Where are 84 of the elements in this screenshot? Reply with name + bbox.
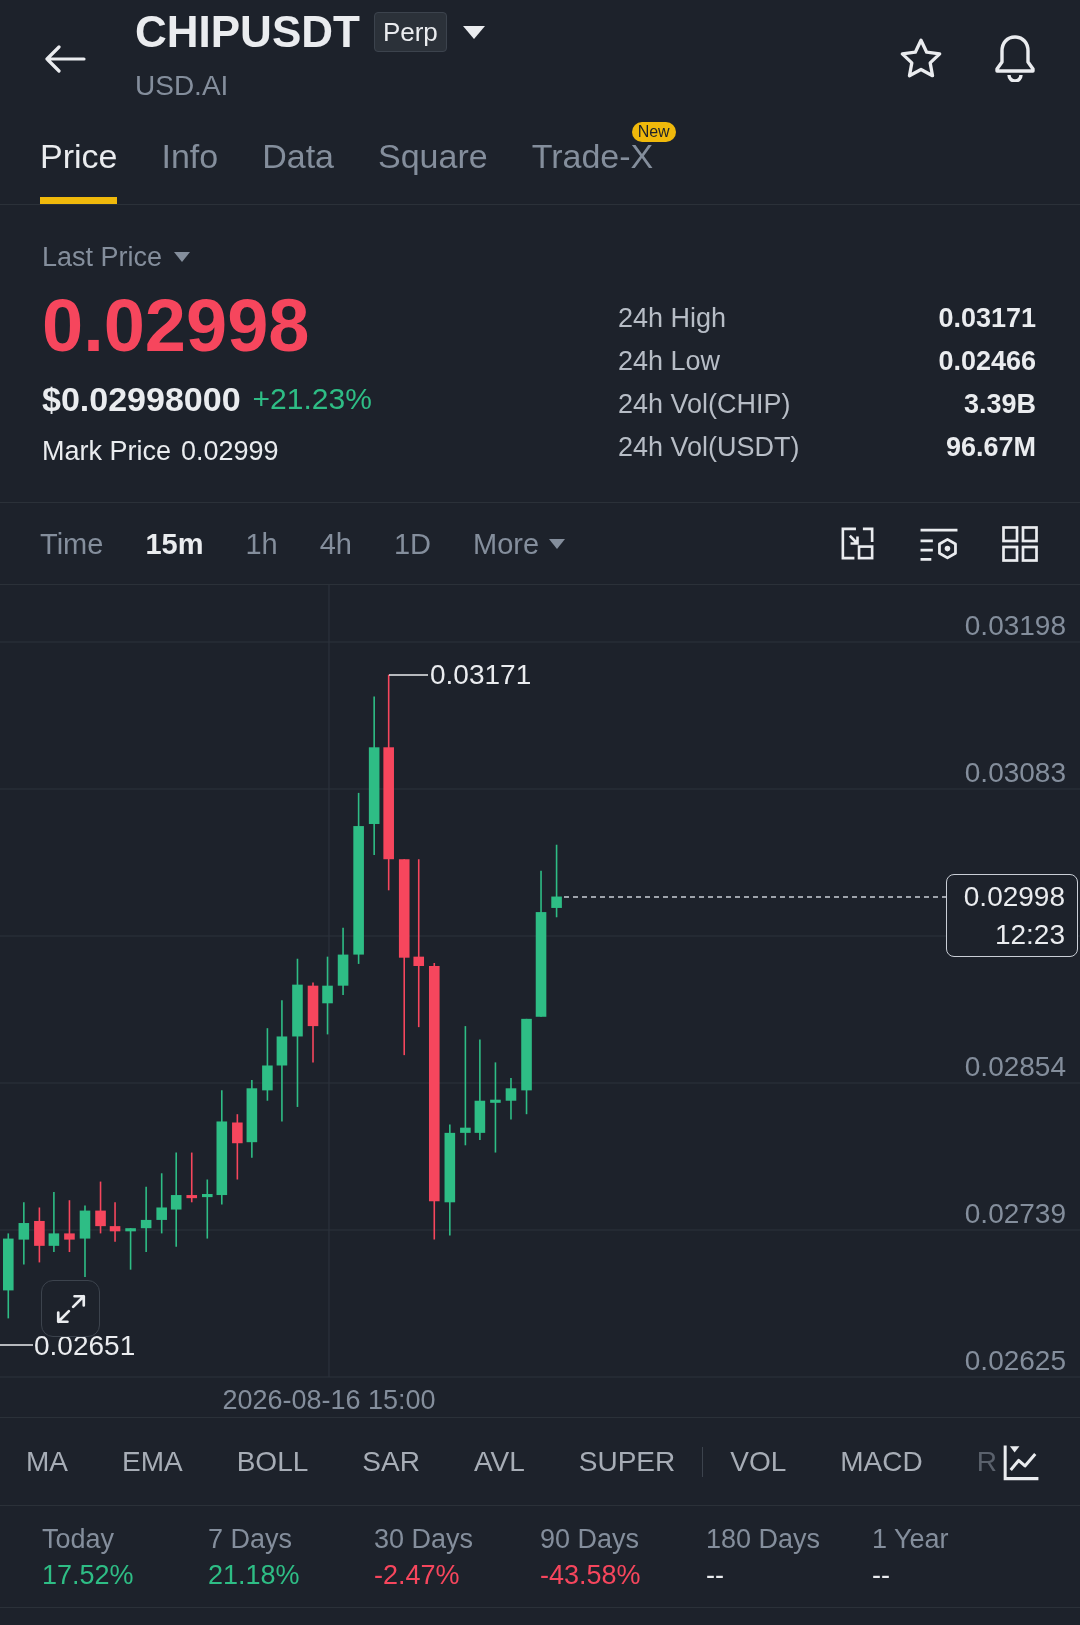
chart-settings-icon[interactable] (919, 526, 959, 561)
stat-label: 24h High (618, 301, 727, 335)
new-badge: New (631, 122, 676, 142)
period-change: -- (872, 1559, 891, 1592)
candlestick (186, 1151, 198, 1204)
line-chart-icon[interactable] (1002, 1442, 1040, 1481)
symbol-title: CHIPUSDT (135, 8, 360, 56)
candlestick (18, 1201, 30, 1266)
tab[interactable]: Price (40, 136, 118, 204)
last-price-tag-value: 0.02998 (963, 880, 1065, 914)
indicator-tab[interactable]: R (976, 1444, 997, 1479)
candlestick (232, 1113, 243, 1181)
timeframe-tab[interactable]: Time (40, 525, 104, 562)
timeframe-tab[interactable]: 4h (319, 525, 352, 562)
tab[interactable]: Info (161, 136, 219, 204)
candlestick (140, 1185, 152, 1253)
price-scale-label: 0.03083 (964, 756, 1066, 790)
candlestick (109, 1201, 121, 1243)
period-change: -- (706, 1559, 725, 1592)
mark-price-label: Mark Price (42, 435, 171, 468)
period-label: 90 Days (540, 1523, 641, 1556)
candlestick (156, 1172, 167, 1235)
price-scale-label: 0.02739 (964, 1197, 1066, 1231)
stat-value: 0.02466 (938, 344, 1036, 378)
indicator-tab[interactable]: EMA (122, 1444, 183, 1479)
caret-down-icon (549, 538, 566, 549)
period-change: -2.47% (374, 1559, 461, 1592)
contract-type-badge: Perp (373, 12, 447, 52)
period-change: 21.18% (208, 1559, 301, 1592)
candlestick (505, 1077, 517, 1121)
timeframe-tab[interactable]: 1h (245, 525, 278, 562)
stat-value: 3.39B (963, 387, 1036, 421)
grid-icon[interactable] (1002, 525, 1038, 562)
tab[interactable]: Square (378, 136, 488, 204)
stat-label: 24h Vol(CHIP) (618, 387, 791, 421)
more-dropdown[interactable]: More (473, 525, 566, 562)
symbol-subtitle: USD.AI (135, 69, 230, 103)
usd-price: $0.02998000 (42, 379, 241, 419)
high-price-label: 0.03171 (430, 658, 532, 692)
indicator-tab[interactable]: VOL (730, 1444, 787, 1479)
indicator-tab[interactable]: SUPER (578, 1444, 676, 1479)
last-price: 0.02998 (42, 286, 311, 366)
stat-value: 96.67M (945, 430, 1036, 464)
period-label: 180 Days (706, 1523, 822, 1556)
period-change: 17.52% (42, 1559, 135, 1592)
price-change: +21.23% (252, 381, 372, 417)
price-scale-label: 0.02854 (964, 1050, 1066, 1084)
period-label: 30 Days (374, 1523, 475, 1556)
stat-label: 24h Low (618, 344, 721, 378)
period-label: 1 Year (872, 1523, 950, 1556)
price-type-label[interactable]: Last Price (42, 240, 163, 274)
price-scale-label: 0.03198 (964, 609, 1066, 643)
candlestick (64, 1199, 75, 1253)
timeframe-tab[interactable]: 15m (145, 525, 204, 562)
back-arrow-icon[interactable] (44, 45, 86, 73)
stat-label: 24h Vol(USDT) (618, 430, 800, 464)
caret-down-icon[interactable] (462, 25, 485, 39)
period-change: -43.58% (540, 1559, 642, 1592)
low-price-leader-line (0, 1344, 34, 1346)
indicator-tab[interactable]: BOLL (236, 1444, 309, 1479)
candlestick (48, 1191, 60, 1253)
candlestick (337, 926, 349, 996)
tab[interactable]: Data (262, 136, 334, 204)
fullscreen-button[interactable] (41, 1280, 100, 1337)
floating-window-icon[interactable] (839, 525, 876, 562)
period-label: Today (42, 1523, 116, 1556)
stat-value: 0.03171 (938, 301, 1036, 335)
indicator-tab[interactable]: MACD (840, 1444, 923, 1479)
period-label: 7 Days (208, 1523, 294, 1556)
bell-icon[interactable] (993, 34, 1037, 82)
indicator-tab[interactable]: MA (26, 1444, 68, 1479)
indicator-tab[interactable]: SAR (362, 1444, 420, 1479)
candle-countdown: 12:23 (994, 918, 1065, 952)
price-scale-label: 0.02625 (964, 1344, 1066, 1378)
low-price-label: 0.02651 (34, 1329, 136, 1363)
candlestick (202, 1178, 213, 1240)
time-axis-label: 2026-08-16 15:00 (222, 1384, 436, 1417)
candlestick (125, 1227, 136, 1271)
mark-price-value: 0.02999 (181, 435, 279, 468)
high-price-leader-line (388, 674, 429, 676)
timeframe-tab[interactable]: 1D (393, 525, 432, 562)
candlestick (95, 1180, 106, 1235)
candlestick (34, 1206, 45, 1264)
indicator-tab[interactable]: AVL (473, 1444, 525, 1479)
